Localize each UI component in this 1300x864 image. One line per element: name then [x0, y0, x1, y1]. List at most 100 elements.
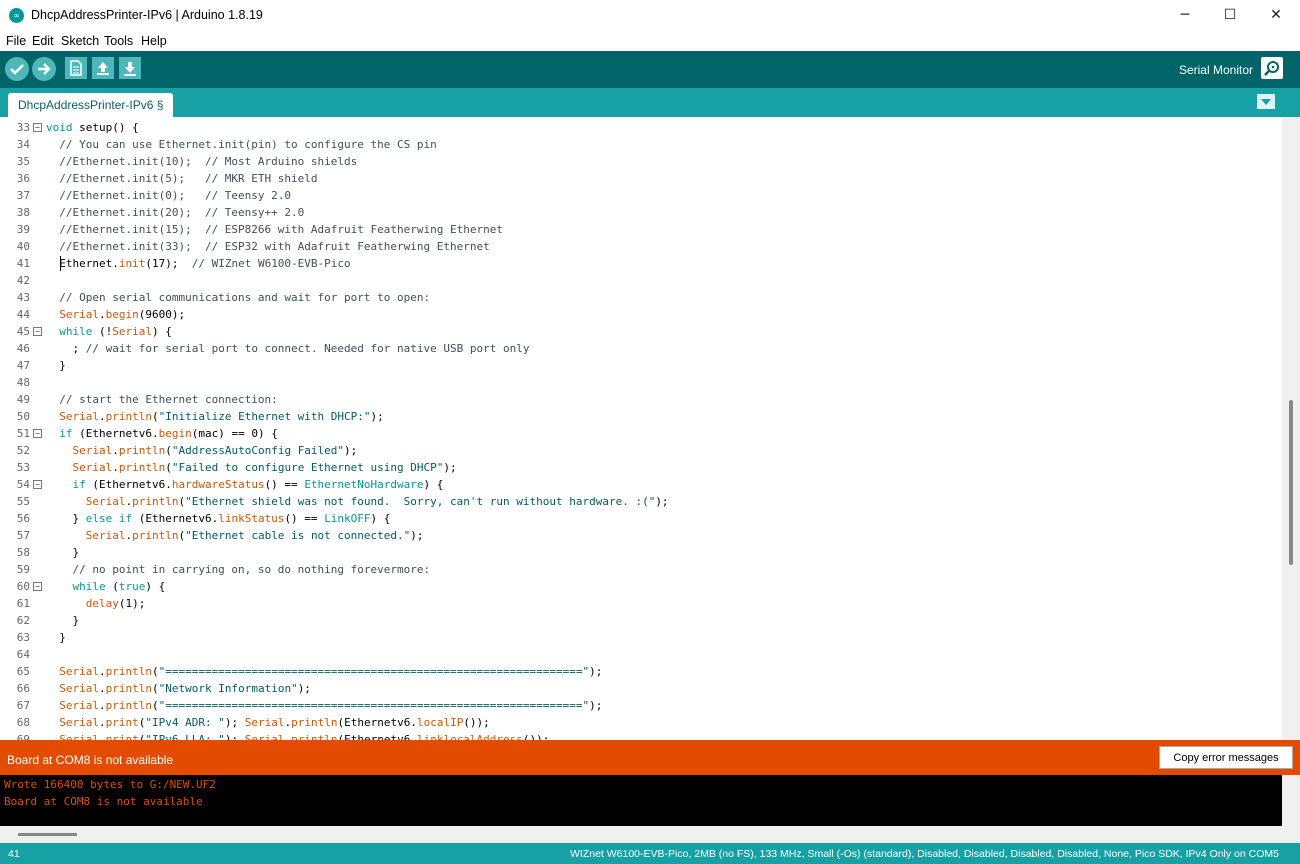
line-number: 42	[16, 274, 30, 287]
code-line[interactable]: 67 Serial.println("=====================…	[0, 697, 1280, 714]
code-text: }	[46, 359, 66, 372]
code-line[interactable]: 43 // Open serial communications and wai…	[0, 289, 1280, 306]
code-text: //Ethernet.init(10); // Most Arduino shi…	[46, 155, 358, 168]
line-number: 45	[16, 325, 30, 338]
code-text: //Ethernet.init(5); // MKR ETH shield	[46, 172, 318, 185]
code-line[interactable]: 45− while (!Serial) {	[0, 323, 1280, 340]
minimize-button[interactable]: ─	[1162, 0, 1208, 31]
line-number: 58	[16, 546, 30, 559]
console-vertical-scrollbar[interactable]	[1282, 775, 1300, 826]
code-text: Serial.println("Ethernet cable is not co…	[85, 529, 424, 542]
code-text: while (true) {	[72, 580, 166, 593]
tab-menu-dropdown-icon[interactable]	[1257, 94, 1275, 109]
code-line[interactable]: 34 // You can use Ethernet.init(pin) to …	[0, 136, 1280, 153]
code-line[interactable]: 42	[0, 272, 1280, 289]
error-bar: Board at COM8 is not available Copy erro…	[0, 740, 1300, 775]
console-horizontal-scrollbar[interactable]	[0, 826, 1300, 843]
code-line[interactable]: 50 Serial.println("Initialize Ethernet w…	[0, 408, 1280, 425]
verify-button[interactable]	[5, 57, 29, 81]
maximize-button[interactable]: ☐	[1207, 0, 1253, 31]
line-number: 37	[16, 189, 30, 202]
code-line[interactable]: 64	[0, 646, 1280, 663]
code-line[interactable]: 47 }	[0, 357, 1280, 374]
serial-monitor-label: Serial Monitor	[1178, 63, 1253, 77]
code-line[interactable]: 35 //Ethernet.init(10); // Most Arduino …	[0, 153, 1280, 170]
code-editor[interactable]: 33− void setup() {34 // You can use Ether…	[0, 117, 1300, 740]
line-number: 56	[16, 512, 30, 525]
code-line[interactable]: 37 //Ethernet.init(0); // Teensy 2.0	[0, 187, 1280, 204]
line-number: 44	[16, 308, 30, 321]
code-line[interactable]: 48	[0, 374, 1280, 391]
menu-sketch[interactable]: Sketch	[61, 34, 99, 48]
code-text: if (Ethernetv6.begin(mac) == 0) {	[59, 427, 278, 440]
code-line[interactable]: 69 Serial.print("IPv6 LLA: "); Serial.pr…	[0, 731, 1280, 740]
line-number: 55	[16, 495, 30, 508]
code-line[interactable]: 62 }	[0, 612, 1280, 629]
arduino-logo-icon: ∞	[9, 8, 24, 23]
code-line[interactable]: 55 Serial.println("Ethernet shield was n…	[0, 493, 1280, 510]
line-number: 51	[16, 427, 30, 440]
fold-toggle-icon[interactable]: −	[33, 429, 42, 438]
upload-button[interactable]	[32, 57, 56, 81]
menu-help[interactable]: Help	[141, 34, 167, 48]
line-number: 68	[16, 716, 30, 729]
code-line[interactable]: 57 Serial.println("Ethernet cable is not…	[0, 527, 1280, 544]
code-line[interactable]: 41 Ethernet.init(17); // WIZnet W6100-EV…	[0, 255, 1280, 272]
line-number: 48	[16, 376, 30, 389]
fold-toggle-icon[interactable]: −	[33, 327, 42, 336]
code-line[interactable]: 68 Serial.print("IPv4 ADR: "); Serial.pr…	[0, 714, 1280, 731]
code-line[interactable]: 46 ; // wait for serial port to connect.…	[0, 340, 1280, 357]
line-number: 67	[16, 699, 30, 712]
menu-edit[interactable]: Edit	[32, 34, 54, 48]
code-text: Ethernet.init(17); // WIZnet W6100-EVB-P…	[46, 257, 351, 270]
line-number: 43	[16, 291, 30, 304]
code-line[interactable]: 54− if (Ethernetv6.hardwareStatus() == E…	[0, 476, 1280, 493]
code-text: //Ethernet.init(33); // ESP32 with Adafr…	[46, 240, 490, 253]
line-number: 49	[16, 393, 30, 406]
menu-tools[interactable]: Tools	[104, 34, 133, 48]
close-button[interactable]: ✕	[1253, 0, 1299, 31]
code-line[interactable]: 63 }	[0, 629, 1280, 646]
code-line[interactable]: 52 Serial.println("AddressAutoConfig Fai…	[0, 442, 1280, 459]
code-line[interactable]: 39 //Ethernet.init(15); // ESP8266 with …	[0, 221, 1280, 238]
horizontal-scroll-thumb[interactable]	[18, 833, 77, 836]
fold-toggle-icon[interactable]: −	[33, 123, 42, 132]
code-line[interactable]: 61 delay(1);	[0, 595, 1280, 612]
code-line[interactable]: 44 Serial.begin(9600);	[0, 306, 1280, 323]
serial-monitor-button[interactable]	[1261, 57, 1283, 79]
console-output[interactable]: Wrote 166400 bytes to G:/NEW.UF2 Board a…	[0, 775, 1282, 826]
code-line[interactable]: 40 //Ethernet.init(33); // ESP32 with Ad…	[0, 238, 1280, 255]
new-button[interactable]	[65, 57, 87, 79]
line-number: 46	[16, 342, 30, 355]
code-line[interactable]: 56 } else if (Ethernetv6.linkStatus() ==…	[0, 510, 1280, 527]
menu-file[interactable]: File	[6, 34, 26, 48]
code-line[interactable]: 66 Serial.println("Network Information")…	[0, 680, 1280, 697]
fold-toggle-icon[interactable]: −	[33, 582, 42, 591]
console-line: Wrote 166400 bytes to G:/NEW.UF2	[4, 778, 216, 791]
code-line[interactable]: 65 Serial.println("=====================…	[0, 663, 1280, 680]
code-line[interactable]: 58 }	[0, 544, 1280, 561]
verify-icon	[10, 64, 24, 75]
code-line[interactable]: 53 Serial.println("Failed to configure E…	[0, 459, 1280, 476]
code-line[interactable]: 59 // no point in carrying on, so do not…	[0, 561, 1280, 578]
line-number: 64	[16, 648, 30, 661]
code-text: }	[46, 546, 80, 559]
code-line[interactable]: 51− if (Ethernetv6.begin(mac) == 0) {	[0, 425, 1280, 442]
copy-error-messages-button[interactable]: Copy error messages	[1159, 746, 1293, 769]
fold-toggle-icon[interactable]: −	[33, 480, 42, 489]
upload-icon	[38, 63, 51, 75]
text-cursor	[60, 256, 61, 271]
code-line[interactable]: 60− while (true) {	[0, 578, 1280, 595]
line-number: 36	[16, 172, 30, 185]
line-number: 47	[16, 359, 30, 372]
editor-scroll-thumb[interactable]	[1289, 400, 1293, 565]
code-line[interactable]: 36 //Ethernet.init(5); // MKR ETH shield	[0, 170, 1280, 187]
line-number: 61	[16, 597, 30, 610]
save-button[interactable]	[119, 57, 141, 79]
code-line[interactable]: 33− void setup() {	[0, 119, 1280, 136]
open-button[interactable]	[92, 57, 114, 79]
code-line[interactable]: 38 //Ethernet.init(20); // Teensy++ 2.0	[0, 204, 1280, 221]
code-line[interactable]: 49 // start the Ethernet connection:	[0, 391, 1280, 408]
code-text: ; // wait for serial port to connect. Ne…	[46, 342, 530, 355]
tab-sketch[interactable]: DhcpAddressPrinter-IPv6 §	[8, 93, 174, 117]
